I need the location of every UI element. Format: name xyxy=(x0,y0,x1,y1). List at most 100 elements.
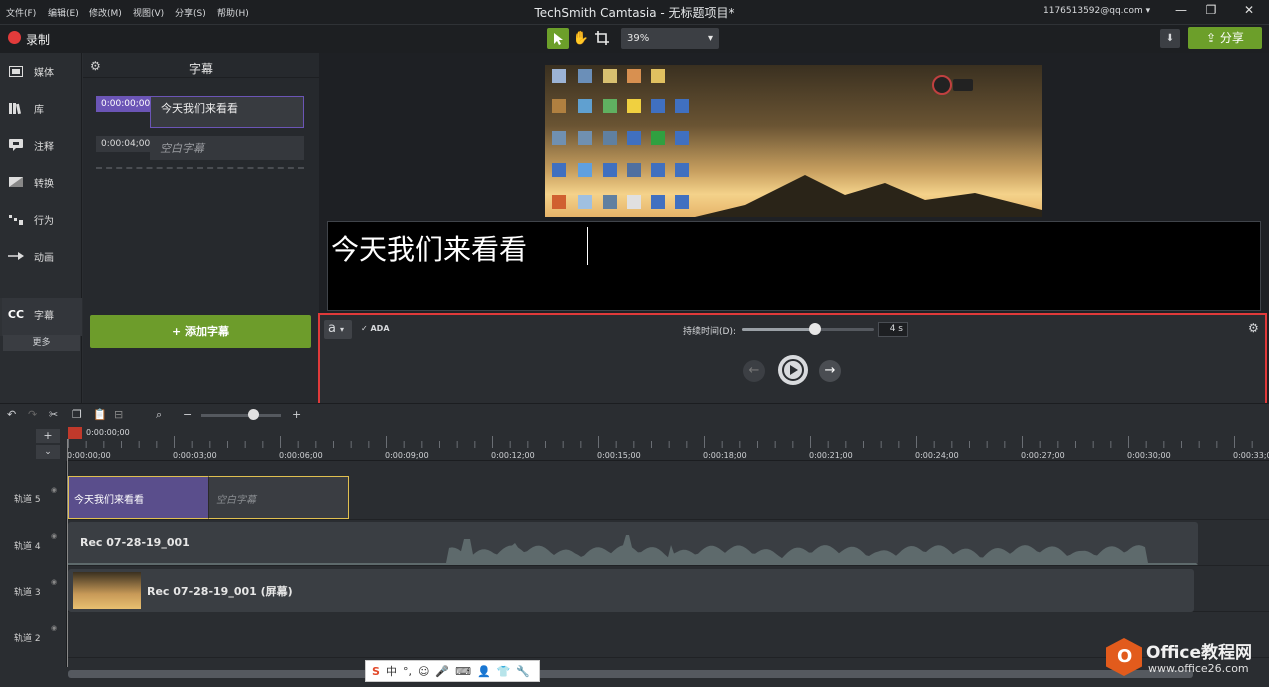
copy-icon[interactable]: ❐ xyxy=(72,408,82,421)
caption-text: 空白字幕 xyxy=(160,142,204,155)
ime-toolbar[interactable]: S 中 °, ☺ 🎤 ⌨ 👤 👕 🔧 xyxy=(365,660,540,682)
record-icon[interactable] xyxy=(8,31,21,44)
zoom-value: 39% xyxy=(627,33,650,44)
sidebar-item-label: 动画 xyxy=(34,252,54,264)
minimize-button[interactable]: — xyxy=(1169,3,1193,21)
crop-icon[interactable] xyxy=(591,28,613,49)
next-caption-arrow-icon[interactable]: → xyxy=(819,360,841,382)
paste-icon[interactable]: 📋 xyxy=(93,408,107,421)
zoom-out-button[interactable]: − xyxy=(183,408,192,421)
close-button[interactable]: ✕ xyxy=(1237,3,1261,21)
caption-item[interactable]: 0:00:00;00 今天我们来看看 xyxy=(96,96,304,128)
ruler-tick-label: 0:00:24;00 xyxy=(915,451,959,460)
sidebar-item-library[interactable]: 库 xyxy=(8,97,80,119)
eye-icon[interactable]: ◉ xyxy=(51,578,57,586)
sidebar-item-media[interactable]: 媒体 xyxy=(8,60,80,82)
redo-icon[interactable]: ↷ xyxy=(28,408,37,421)
chinese-mode-icon[interactable]: 中 xyxy=(386,663,397,679)
caption-preview-text[interactable]: 今天我们来看看 xyxy=(331,228,527,268)
emoji-icon[interactable]: ☺ xyxy=(418,665,429,678)
track-label[interactable]: 轨道 5 xyxy=(14,492,41,505)
keyboard-icon[interactable]: ⌨ xyxy=(455,665,471,678)
sidebar-item-annotations[interactable]: 注释 xyxy=(8,134,80,156)
select-tool-icon[interactable] xyxy=(547,28,569,49)
split-icon[interactable]: ⊟ xyxy=(114,408,123,421)
sidebar-item-label: 转换 xyxy=(34,178,54,190)
caption-time: 0:00:04;00 xyxy=(96,136,150,152)
zoom-select[interactable]: 39% ▾ xyxy=(621,28,719,49)
chevron-down-icon: ▾ xyxy=(707,33,713,44)
sogou-icon[interactable]: S xyxy=(372,665,380,678)
timeline-scrollbar[interactable] xyxy=(68,670,1193,678)
annotation-icon xyxy=(8,139,24,151)
sidebar-item-behaviors[interactable]: 行为 xyxy=(8,208,80,230)
playhead-handle[interactable] xyxy=(68,427,82,439)
ruler-tick-label: 0:00:30;00 xyxy=(1127,451,1171,460)
caption-text: 今天我们来看看 xyxy=(161,102,238,115)
skin-icon[interactable]: 👕 xyxy=(497,665,511,678)
eye-icon[interactable]: ◉ xyxy=(51,624,57,632)
record-button[interactable]: 录制 xyxy=(26,31,50,48)
caption-clip[interactable]: 空白字幕 xyxy=(208,476,349,519)
microphone-icon[interactable]: 🎤 xyxy=(435,665,449,678)
caption-clip[interactable]: 今天我们来看看 xyxy=(68,476,208,519)
captions-panel-title: 字幕 xyxy=(188,62,213,76)
ruler-tick-label: 0:00:27;00 xyxy=(1021,451,1065,460)
share-button[interactable]: ⇪ 分享 xyxy=(1188,27,1262,49)
duration-slider-handle[interactable] xyxy=(809,323,821,335)
cut-icon[interactable]: ✂ xyxy=(49,408,58,421)
account-menu[interactable]: 1176513592@qq.com ▾ xyxy=(1043,6,1150,16)
watermark-brand: Office教程网 xyxy=(1146,643,1253,663)
caption-text-box[interactable]: 空白字幕 xyxy=(150,136,304,160)
ruler-tick-label: 0:00:33;0 xyxy=(1233,451,1269,460)
sidebar-item-captions-row[interactable]: CC 字幕 xyxy=(8,303,80,325)
pan-hand-icon[interactable]: ✋ xyxy=(570,28,592,49)
track-row xyxy=(68,612,1269,658)
download-icon[interactable]: ⬇ xyxy=(1160,29,1180,48)
undo-icon[interactable]: ↶ xyxy=(7,408,16,421)
ruler-tick-label: 0:00:03;00 xyxy=(173,451,217,460)
user-icon[interactable]: 👤 xyxy=(477,665,491,678)
timeline-zoom-handle[interactable] xyxy=(248,409,259,420)
zoom-in-button[interactable]: + xyxy=(292,408,301,421)
timeline-zoom-slider[interactable] xyxy=(201,414,281,417)
screen-recording-clip[interactable]: Rec 07-28-19_001 (屏幕) xyxy=(68,569,1194,612)
maximize-button[interactable]: ❐ xyxy=(1199,3,1223,21)
ruler-tick-label: 0:00:21;00 xyxy=(809,451,853,460)
clip-label: 空白字幕 xyxy=(216,495,256,506)
track-label[interactable]: 轨道 4 xyxy=(14,539,41,552)
punctuation-icon[interactable]: °, xyxy=(403,665,412,678)
caption-text-box[interactable]: 今天我们来看看 xyxy=(150,96,304,128)
duration-label: 持续时间(D): xyxy=(683,327,736,337)
wrench-icon[interactable]: 🔧 xyxy=(516,665,530,678)
chevron-down-icon[interactable]: ⌄ xyxy=(36,445,60,459)
track-label[interactable]: 轨道 3 xyxy=(14,585,41,598)
add-caption-button[interactable]: + 添加字幕 xyxy=(90,315,311,348)
duration-input[interactable]: 4 s xyxy=(878,322,908,337)
audio-clip[interactable]: Rec 07-28-19_001 xyxy=(68,522,1198,565)
caption-time: 0:00:00;00 xyxy=(96,96,150,112)
office-logo: O xyxy=(1106,638,1142,676)
add-track-button[interactable]: + xyxy=(36,429,60,443)
film-icon xyxy=(8,65,24,77)
sync-play-icon[interactable] xyxy=(778,355,808,385)
ruler-tick-label: 0:00:15;00 xyxy=(597,451,641,460)
ruler-tick-label: 0:00:00;00 xyxy=(67,451,111,460)
sidebar-item-label: 注释 xyxy=(34,141,54,153)
eye-icon[interactable]: ◉ xyxy=(51,532,57,540)
caption-item[interactable]: 0:00:04;00 空白字幕 xyxy=(96,136,304,160)
share-icon: ⇪ xyxy=(1206,31,1220,45)
eye-icon[interactable]: ◉ xyxy=(51,486,57,494)
sidebar-item-transitions[interactable]: 转换 xyxy=(8,171,80,193)
more-button[interactable]: 更多 xyxy=(3,335,80,351)
video-preview[interactable] xyxy=(545,65,1042,217)
zoom-search-icon: ⌕ xyxy=(156,408,163,421)
gear-icon[interactable]: ⚙ xyxy=(1248,321,1259,335)
previous-caption-arrow-icon[interactable]: ← xyxy=(743,360,765,382)
sidebar-item-label: 字幕 xyxy=(34,310,54,322)
track-label[interactable]: 轨道 2 xyxy=(14,631,41,644)
ada-checkbox[interactable]: ✓ ADA xyxy=(361,324,390,333)
animation-icon xyxy=(8,250,24,262)
font-dropdown[interactable]: a ▾ xyxy=(324,320,352,339)
sidebar-item-animations[interactable]: 动画 xyxy=(8,245,80,267)
